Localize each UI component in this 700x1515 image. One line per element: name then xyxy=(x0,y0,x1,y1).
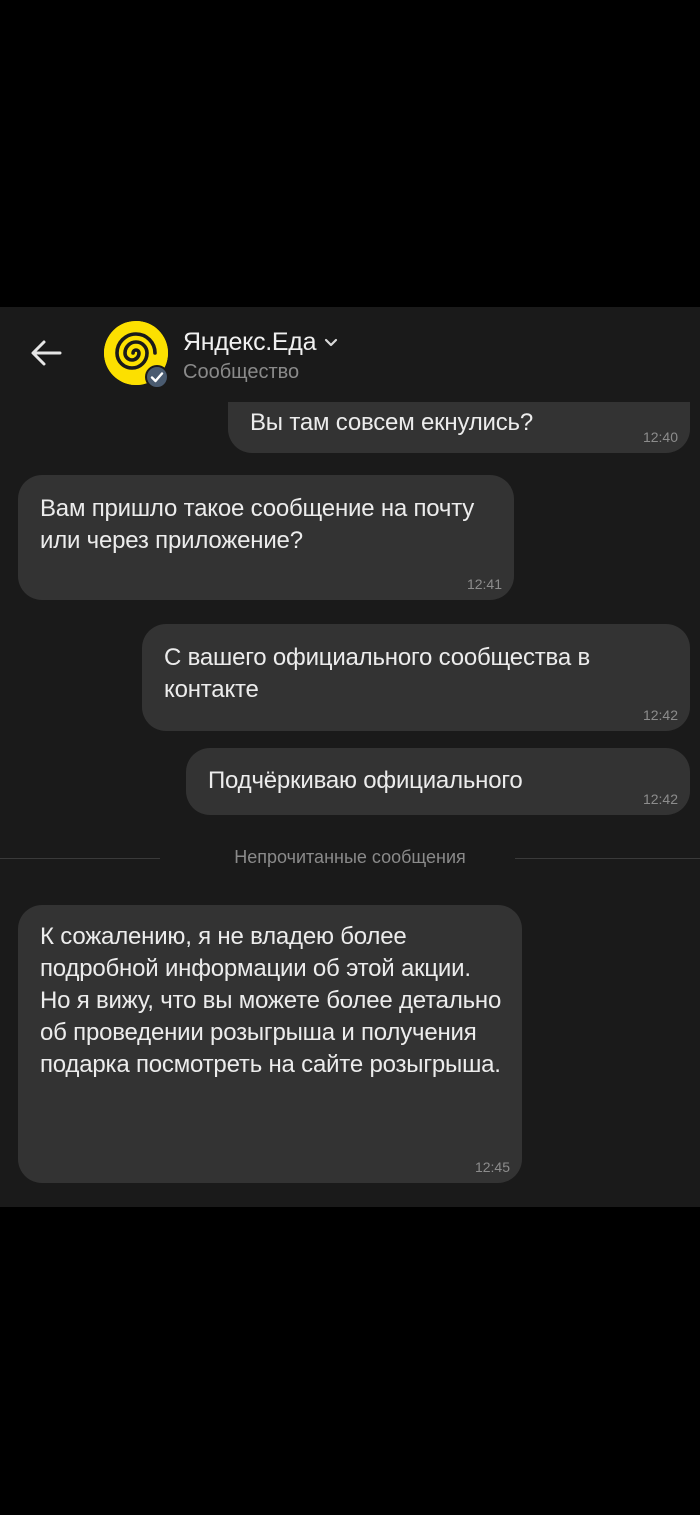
message-outgoing[interactable]: С вашего официального сообщества в конта… xyxy=(142,624,690,731)
unread-divider: Непрочитанные сообщения xyxy=(234,847,466,867)
chevron-down-icon xyxy=(324,325,338,355)
message-incoming[interactable]: К сожалению, я не владею более подробной… xyxy=(18,905,522,1183)
chat-subtitle: Сообщество xyxy=(183,361,300,383)
message-time: 12:45 xyxy=(474,1159,510,1175)
message-text: Подчёркиваю официального xyxy=(208,767,523,794)
message-time: 12:42 xyxy=(642,791,678,807)
message-time: 12:42 xyxy=(642,707,678,723)
chat-header: Яндекс.Еда Сообщество xyxy=(0,307,700,402)
divider-line-right xyxy=(515,858,700,859)
chat-title-block[interactable]: Яндекс.Еда Сообщество xyxy=(183,327,338,385)
message-text: Вам пришло такое сообщение на почту или … xyxy=(40,495,475,554)
message-text: Вы там совсем екнулись? xyxy=(250,409,534,436)
chat-title: Яндекс.Еда xyxy=(183,328,317,356)
message-incoming[interactable]: Вам пришло такое сообщение на почту или … xyxy=(18,475,514,600)
message-outgoing[interactable]: Подчёркиваю официального 12:42 xyxy=(186,748,690,815)
chat-screen: Яндекс.Еда Сообщество Вы там совсем екну… xyxy=(0,307,700,1207)
divider-line-left xyxy=(0,858,160,859)
message-text: С вашего официального сообщества в конта… xyxy=(164,644,590,703)
message-text: К сожалению, я не владею более подробной… xyxy=(40,923,502,1078)
arrow-left-icon[interactable] xyxy=(26,333,66,373)
check-badge-icon xyxy=(145,365,169,389)
message-time: 12:41 xyxy=(466,576,502,592)
message-time: 12:40 xyxy=(642,429,678,445)
